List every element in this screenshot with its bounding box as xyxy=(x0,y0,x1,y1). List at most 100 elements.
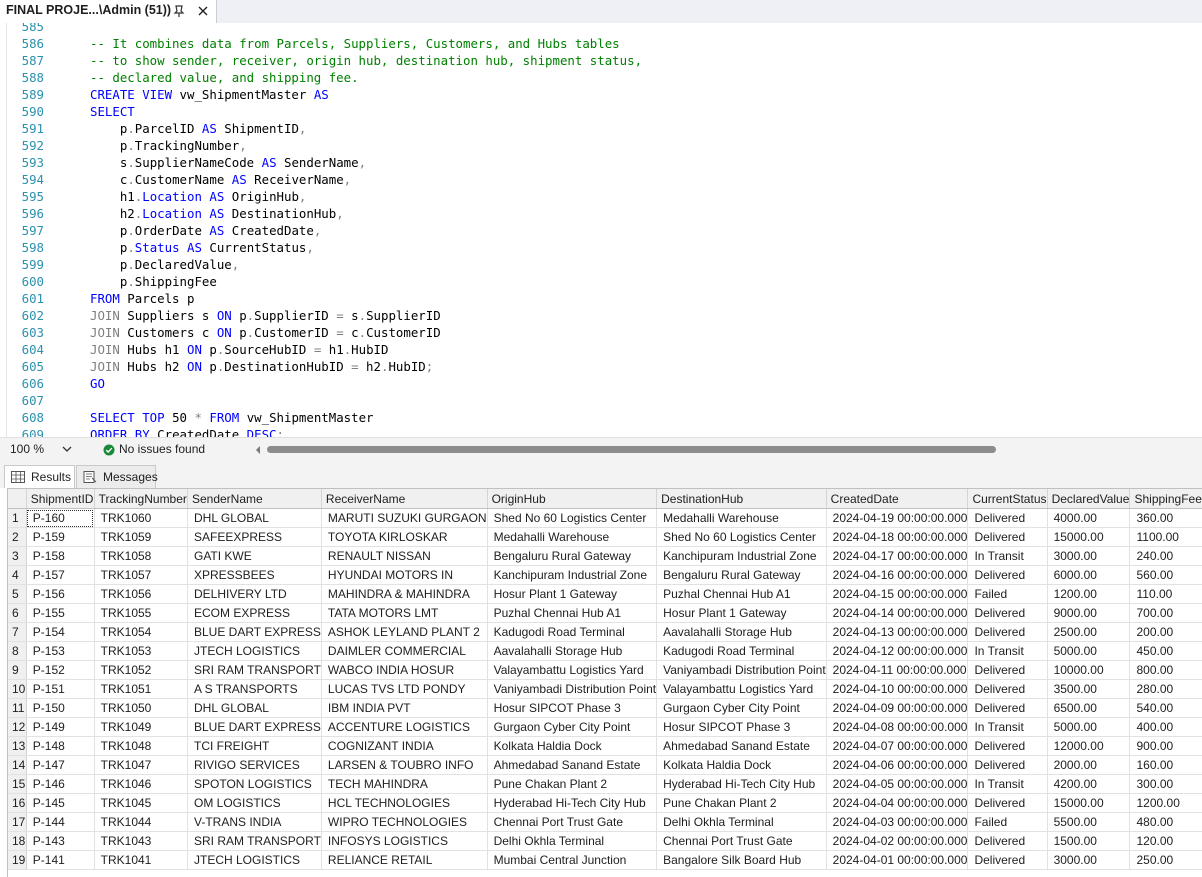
table-cell[interactable]: In Transit xyxy=(967,774,1048,794)
grid-corner-cell[interactable] xyxy=(8,489,27,509)
column-header[interactable]: DeclaredValue xyxy=(1047,489,1131,509)
row-number[interactable]: 5 xyxy=(8,584,27,604)
table-cell[interactable]: INFOSYS LOGISTICS xyxy=(321,831,488,851)
table-cell[interactable]: TRK1056 xyxy=(94,584,188,604)
table-cell[interactable]: 160.00 xyxy=(1129,755,1202,775)
column-header[interactable]: SenderName xyxy=(187,489,322,509)
table-cell[interactable]: TRK1057 xyxy=(94,565,188,585)
table-cell[interactable]: TRK1046 xyxy=(94,774,188,794)
table-cell[interactable]: 2024-04-03 00:00:00.000 xyxy=(826,812,969,832)
tab-results[interactable]: Results xyxy=(4,465,75,488)
table-cell[interactable]: RIVIGO SERVICES xyxy=(187,755,322,775)
table-row[interactable]: 18 P-143 TRK1043 SRI RAM TRANSPORT INFOSYS L… xyxy=(8,831,1202,851)
table-cell[interactable]: 1100.00 xyxy=(1129,527,1202,547)
table-cell[interactable]: BLUE DART EXPRESS xyxy=(187,717,322,737)
table-cell[interactable]: Delivered xyxy=(967,698,1048,718)
table-cell[interactable]: TRK1059 xyxy=(94,527,188,547)
column-header[interactable]: OriginHub xyxy=(487,489,658,509)
table-cell[interactable]: P-151 xyxy=(26,679,95,699)
row-number[interactable]: 6 xyxy=(8,603,27,623)
table-cell[interactable]: 800.00 xyxy=(1129,660,1202,680)
results-grid[interactable]: ShipmentID TrackingNumber SenderName Receiv… xyxy=(7,488,1202,877)
pin-icon[interactable] xyxy=(172,4,186,18)
table-row[interactable]: 9 P-152 TRK1052 SRI RAM TRANSPORT WABCO INDI… xyxy=(8,660,1202,680)
table-row[interactable]: 12 P-149 TRK1049 BLUE DART EXPRESS ACCENTURE… xyxy=(8,717,1202,737)
table-cell[interactable]: TRK1052 xyxy=(94,660,188,680)
table-cell[interactable]: 110.00 xyxy=(1129,584,1202,604)
table-cell[interactable]: 2024-04-07 00:00:00.000 xyxy=(826,736,969,756)
table-cell[interactable]: 2024-04-13 00:00:00.000 xyxy=(826,622,969,642)
table-cell[interactable]: Delhi Okhla Terminal xyxy=(656,812,827,832)
table-cell[interactable]: COGNIZANT INDIA xyxy=(321,736,488,756)
table-cell[interactable]: TRK1051 xyxy=(94,679,188,699)
table-cell[interactable]: Delivered xyxy=(967,679,1048,699)
table-cell[interactable]: OM LOGISTICS xyxy=(187,793,322,813)
table-cell[interactable]: Failed xyxy=(967,812,1048,832)
table-cell[interactable]: RENAULT NISSAN xyxy=(321,546,488,566)
row-number[interactable]: 2 xyxy=(8,527,27,547)
table-cell[interactable]: 300.00 xyxy=(1129,774,1202,794)
table-cell[interactable]: 3500.00 xyxy=(1047,679,1131,699)
column-header[interactable]: CreatedDate xyxy=(826,489,969,509)
table-cell[interactable]: Hosur SIPCOT Phase 3 xyxy=(656,717,827,737)
table-cell[interactable]: Vaniyambadi Distribution Point xyxy=(656,660,827,680)
table-cell[interactable]: 2024-04-19 00:00:00.000 xyxy=(826,508,969,528)
table-cell[interactable]: IBM INDIA PVT xyxy=(321,698,488,718)
table-cell[interactable]: Bengaluru Rural Gateway xyxy=(487,546,658,566)
table-cell[interactable]: Delivered xyxy=(967,850,1048,870)
table-cell[interactable]: 5500.00 xyxy=(1047,812,1131,832)
table-cell[interactable]: Delivered xyxy=(967,622,1048,642)
table-cell[interactable]: TATA MOTORS LMT xyxy=(321,603,488,623)
table-cell[interactable]: P-147 xyxy=(26,755,95,775)
table-cell[interactable]: P-157 xyxy=(26,565,95,585)
table-cell[interactable]: Hosur Plant 1 Gateway xyxy=(656,603,827,623)
table-cell[interactable]: 4000.00 xyxy=(1047,508,1131,528)
table-cell[interactable]: P-152 xyxy=(26,660,95,680)
table-cell[interactable]: TRK1050 xyxy=(94,698,188,718)
table-cell[interactable]: Valayambattu Logistics Yard xyxy=(487,660,658,680)
table-cell[interactable]: 12000.00 xyxy=(1047,736,1131,756)
table-cell[interactable]: TRK1049 xyxy=(94,717,188,737)
table-cell[interactable]: 2024-04-12 00:00:00.000 xyxy=(826,641,969,661)
table-cell[interactable]: 450.00 xyxy=(1129,641,1202,661)
table-cell[interactable]: Kanchipuram Industrial Zone xyxy=(487,565,658,585)
table-cell[interactable]: Ahmedabad Sanand Estate xyxy=(656,736,827,756)
table-cell[interactable]: TRK1053 xyxy=(94,641,188,661)
table-cell[interactable]: A S TRANSPORTS xyxy=(187,679,322,699)
table-row[interactable]: 3 P-158 TRK1058 GATI KWE RENAULT NISSAN Benga… xyxy=(8,546,1202,566)
table-cell[interactable]: 480.00 xyxy=(1129,812,1202,832)
table-cell[interactable]: SPOTON LOGISTICS xyxy=(187,774,322,794)
table-cell[interactable]: Delivered xyxy=(967,736,1048,756)
row-number[interactable]: 16 xyxy=(8,793,27,813)
table-cell[interactable]: TRK1044 xyxy=(94,812,188,832)
table-cell[interactable]: Mumbai Central Junction xyxy=(487,850,658,870)
table-cell[interactable]: 2024-04-08 00:00:00.000 xyxy=(826,717,969,737)
table-cell[interactable]: 1500.00 xyxy=(1047,831,1131,851)
table-cell[interactable]: DHL GLOBAL xyxy=(187,508,322,528)
table-cell[interactable]: DELHIVERY LTD xyxy=(187,584,322,604)
table-cell[interactable]: Delivered xyxy=(967,660,1048,680)
table-cell[interactable]: 120.00 xyxy=(1129,831,1202,851)
table-cell[interactable]: P-141 xyxy=(26,850,95,870)
table-cell[interactable]: 5000.00 xyxy=(1047,717,1131,737)
table-cell[interactable]: P-156 xyxy=(26,584,95,604)
table-cell[interactable]: 1200.00 xyxy=(1129,793,1202,813)
table-row[interactable]: 15 P-146 TRK1046 SPOTON LOGISTICS TECH MAHIN… xyxy=(8,774,1202,794)
table-row[interactable]: 8 P-153 TRK1053 JTECH LOGISTICS DAIMLER COMM… xyxy=(8,641,1202,661)
table-cell[interactable]: Shed No 60 Logistics Center xyxy=(656,527,827,547)
row-number[interactable]: 11 xyxy=(8,698,27,718)
table-cell[interactable]: Bengaluru Rural Gateway xyxy=(656,565,827,585)
table-cell[interactable]: 2000.00 xyxy=(1047,755,1131,775)
table-cell[interactable]: Delivered xyxy=(967,603,1048,623)
table-cell[interactable]: Hosur Plant 1 Gateway xyxy=(487,584,658,604)
table-cell[interactable]: Hosur SIPCOT Phase 3 xyxy=(487,698,658,718)
table-cell[interactable]: P-149 xyxy=(26,717,95,737)
table-cell[interactable]: Delivered xyxy=(967,831,1048,851)
row-number[interactable]: 14 xyxy=(8,755,27,775)
table-cell[interactable]: P-148 xyxy=(26,736,95,756)
table-row[interactable]: 10 P-151 TRK1051 A S TRANSPORTS LUCAS TVS LT… xyxy=(8,679,1202,699)
table-cell[interactable]: Delivered xyxy=(967,755,1048,775)
table-cell[interactable]: 4200.00 xyxy=(1047,774,1131,794)
table-cell[interactable]: TRK1041 xyxy=(94,850,188,870)
table-cell[interactable]: Vaniyambadi Distribution Point xyxy=(487,679,658,699)
